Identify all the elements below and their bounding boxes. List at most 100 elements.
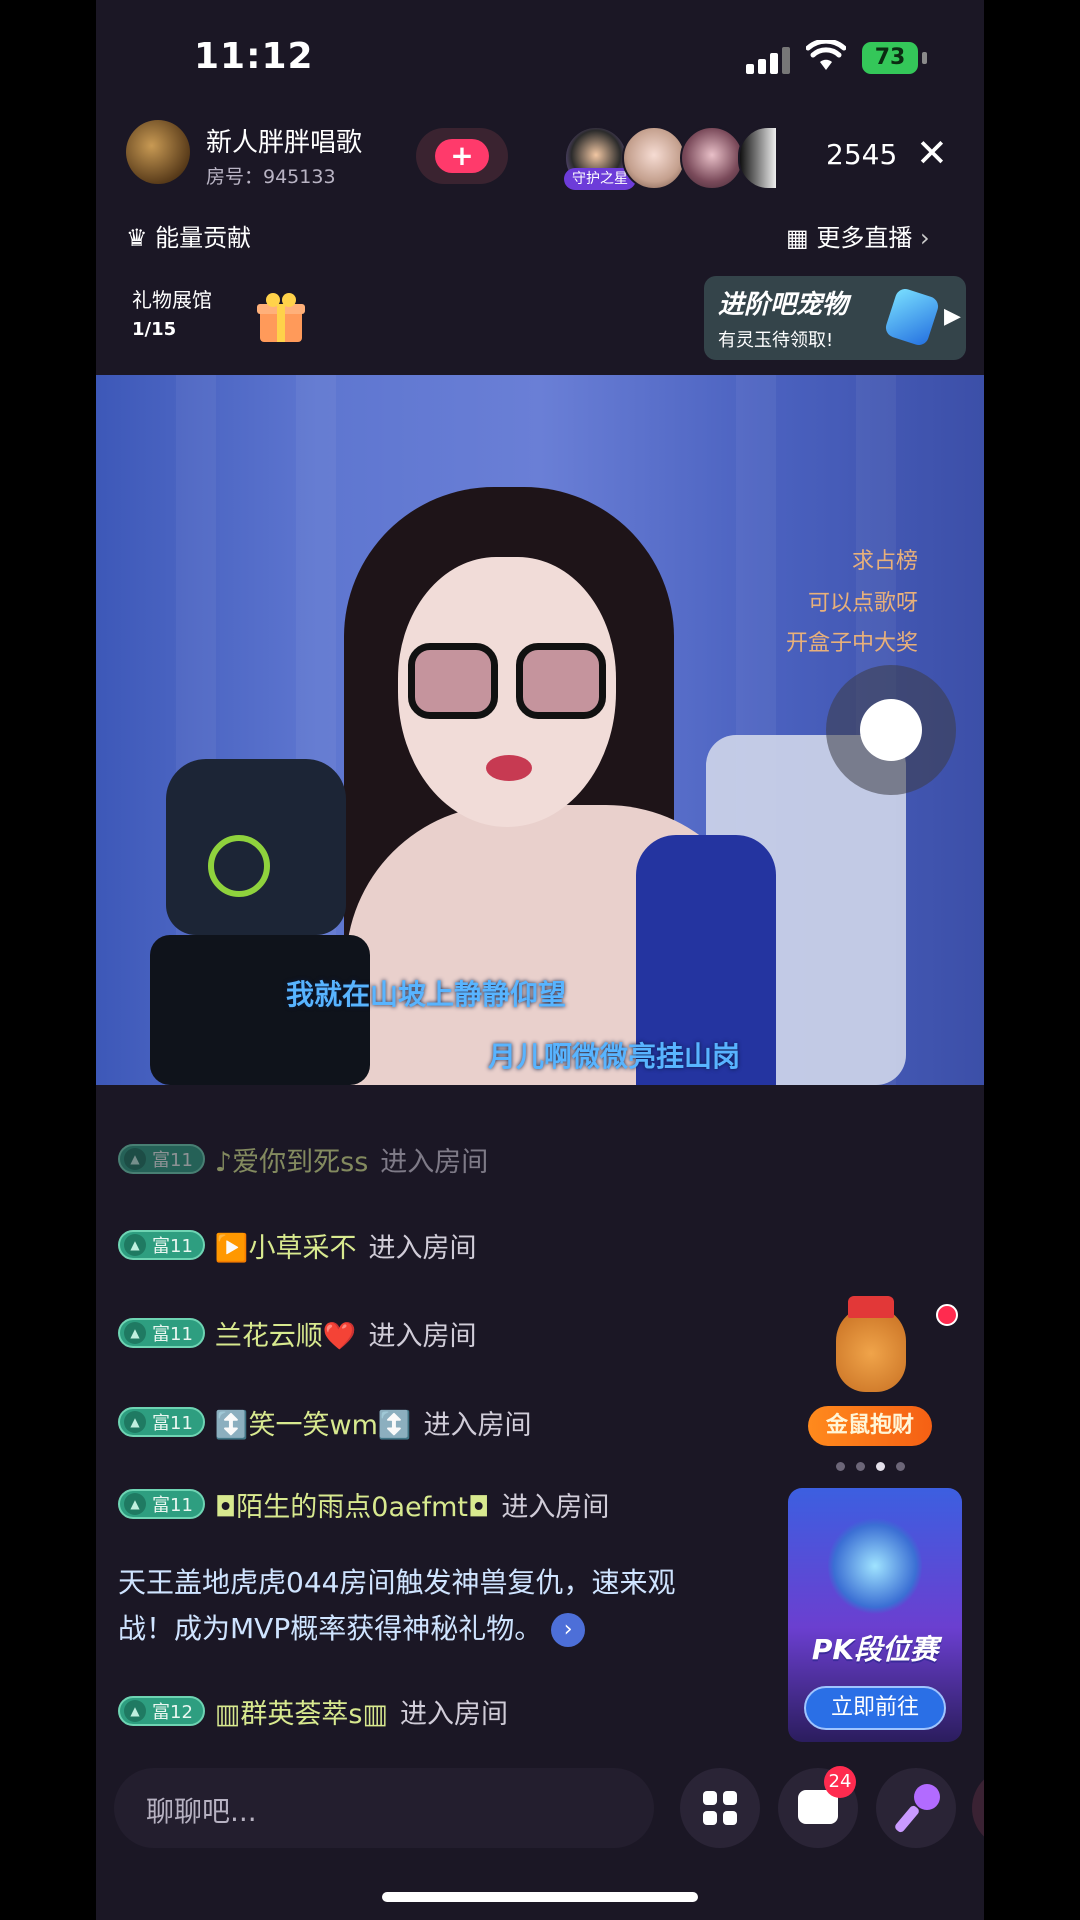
- grid-cell: [703, 1811, 717, 1825]
- chat-message[interactable]: ▲ 富11 ◘陌生的雨点0aefmt◘ 进入房间: [96, 1469, 609, 1539]
- host-name: 新人胖胖唱歌: [206, 128, 363, 158]
- triangle-icon: ▲: [124, 1493, 146, 1515]
- video-note: 可以点歌呀: [807, 591, 918, 616]
- gem-icon: [883, 286, 941, 348]
- hamster-icon: [836, 1306, 906, 1392]
- message-action: 进入房间: [400, 1698, 508, 1730]
- gift-hall-title: 礼物展馆: [132, 288, 212, 312]
- username[interactable]: ↕️笑一笑wm↕️: [215, 1403, 412, 1442]
- lens: [516, 643, 606, 719]
- home-indicator[interactable]: [382, 1892, 698, 1902]
- cellular-signal-icon: [746, 46, 792, 74]
- play-arrow-icon: ▶: [944, 304, 961, 329]
- chat-message[interactable]: ▲ 富11 ▶️小草采不 进入房间: [96, 1210, 477, 1280]
- carousel-dot: [836, 1462, 845, 1471]
- message-action: 进入房间: [423, 1409, 532, 1441]
- lyric-line: 月儿啊微微亮挂山岗: [488, 1040, 741, 1073]
- carousel-dot: [876, 1462, 885, 1471]
- username[interactable]: ▶️小草采不: [215, 1226, 357, 1265]
- triangle-icon: ▲: [124, 1234, 146, 1256]
- video-note: 求占榜: [851, 549, 918, 574]
- pet-banner-subtitle: 有灵玉待领取!: [718, 330, 834, 351]
- status-bar: 11:12 73: [96, 0, 984, 110]
- host-info[interactable]: 新人胖胖唱歌 房号：945133 +: [126, 120, 576, 192]
- record-dot-icon: [860, 699, 922, 761]
- carousel-dot: [896, 1462, 905, 1471]
- plus-heart-icon: +: [435, 139, 489, 173]
- room-number: 房号：945133: [206, 166, 336, 188]
- viewer-avatar[interactable]: [622, 126, 686, 190]
- pet-banner[interactable]: 进阶吧宠物 有灵玉待领取! ▶: [704, 276, 966, 360]
- message-action: 进入房间: [368, 1232, 477, 1264]
- mic-icon: [914, 1784, 940, 1810]
- dragon-art: [828, 1516, 922, 1616]
- lens: [408, 643, 498, 719]
- wealth-level-badge: ▲ 富11: [118, 1407, 205, 1437]
- chevron-right-icon: ›: [919, 224, 930, 252]
- pk-banner-title: PK段位赛: [811, 1633, 939, 1666]
- message-action: 进入房间: [368, 1320, 477, 1352]
- live-video[interactable]: 求占榜 可以点歌呀 开盒子中大奖 我就在山坡上静静仰望 月儿啊微微亮挂山岗: [96, 375, 984, 1085]
- chat-message[interactable]: ▲ 富11 兰花云顺❤️ 进入房间: [96, 1298, 477, 1368]
- go-now-button[interactable]: 立即前往: [804, 1686, 946, 1730]
- carousel-dot: [856, 1462, 865, 1471]
- chat-message[interactable]: ▲ 富12 ▥群英荟萃s▥ 进入房间: [96, 1676, 508, 1746]
- sunglasses: [408, 643, 608, 723]
- status-time: 11:12: [194, 36, 314, 77]
- wealth-level-badge: ▲ 富11: [118, 1318, 205, 1348]
- more-live-button[interactable]: ▦ 更多直播 ›: [786, 218, 930, 253]
- gift-hall[interactable]: 礼物展馆 1/15: [132, 284, 212, 340]
- triangle-icon: ▲: [124, 1148, 146, 1170]
- viewer-avatar[interactable]: [680, 126, 744, 190]
- gift-box-icon[interactable]: [256, 290, 306, 344]
- mic-handle: [893, 1804, 921, 1834]
- grid-cell: [723, 1811, 737, 1825]
- unread-badge: 24: [824, 1766, 856, 1798]
- pk-rank-banner[interactable]: PK段位赛 立即前往: [788, 1488, 962, 1742]
- level-text: 富11: [152, 1236, 193, 1257]
- host-avatar[interactable]: [126, 120, 190, 184]
- pet-banner-title: 进阶吧宠物: [718, 290, 849, 320]
- live-room-screen: 11:12 73 新人胖胖唱歌 房号：945133 + 守护之星 2545 ✕ …: [96, 0, 984, 1920]
- golden-mouse-activity[interactable]: 金鼠抱财: [808, 1296, 932, 1446]
- more-live-label: 更多直播: [816, 224, 913, 252]
- mic-logo-icon: [208, 835, 270, 897]
- wealth-level-badge: ▲ 富12: [118, 1696, 205, 1726]
- message-action: 进入房间: [501, 1491, 610, 1523]
- more-functions-button[interactable]: [680, 1768, 760, 1848]
- level-text: 富11: [152, 1413, 193, 1434]
- follow-button[interactable]: +: [416, 128, 508, 184]
- floating-record-button[interactable]: [826, 665, 956, 795]
- wealth-level-badge: ▲ 富11: [118, 1144, 205, 1174]
- chat-message[interactable]: ▲ 富11 ↕️笑一笑wm↕️ 进入房间: [96, 1387, 532, 1457]
- username[interactable]: 兰花云顺❤️: [215, 1314, 357, 1353]
- battery-indicator: 73: [862, 42, 918, 74]
- viewer-count[interactable]: 2545: [826, 138, 897, 171]
- wealth-level-badge: ▲ 富11: [118, 1489, 205, 1519]
- username[interactable]: ♪爱你到死ss: [215, 1140, 368, 1179]
- chat-message[interactable]: ▲ 富11 ♪爱你到死ss 进入房间: [96, 1124, 488, 1194]
- system-announcement[interactable]: 天王盖地虎虎044房间触发神兽复仇，速来观战！成为MVP概率获得神秘礼物。 ›: [118, 1560, 718, 1652]
- username[interactable]: ◘陌生的雨点0aefmt◘: [215, 1485, 489, 1524]
- notification-dot: [936, 1304, 958, 1326]
- grid-icon: ▦: [786, 224, 809, 252]
- chat-input-placeholder: 聊聊吧...: [146, 1795, 257, 1828]
- grid-cell: [703, 1791, 717, 1805]
- gift-button[interactable]: [972, 1768, 984, 1848]
- close-icon[interactable]: ✕: [916, 134, 948, 172]
- triangle-icon: ▲: [124, 1700, 146, 1722]
- chat-input[interactable]: 聊聊吧...: [114, 1768, 654, 1848]
- karaoke-mic-button[interactable]: [876, 1768, 956, 1848]
- triangle-icon: ▲: [124, 1322, 146, 1344]
- viewer-avatar[interactable]: [738, 126, 778, 190]
- triangle-icon: ▲: [124, 1411, 146, 1433]
- wifi-icon: [806, 40, 846, 70]
- energy-label: 能量贡献: [155, 224, 252, 252]
- chevron-right-icon[interactable]: ›: [551, 1613, 586, 1647]
- gift-hall-count: 1/15: [132, 319, 177, 340]
- energy-contribution[interactable]: ♛ 能量贡献: [126, 218, 251, 253]
- singer-lips: [486, 755, 532, 781]
- grid-cell: [723, 1791, 737, 1805]
- username[interactable]: ▥群英荟萃s▥: [215, 1692, 388, 1731]
- message-action: 进入房间: [380, 1146, 489, 1178]
